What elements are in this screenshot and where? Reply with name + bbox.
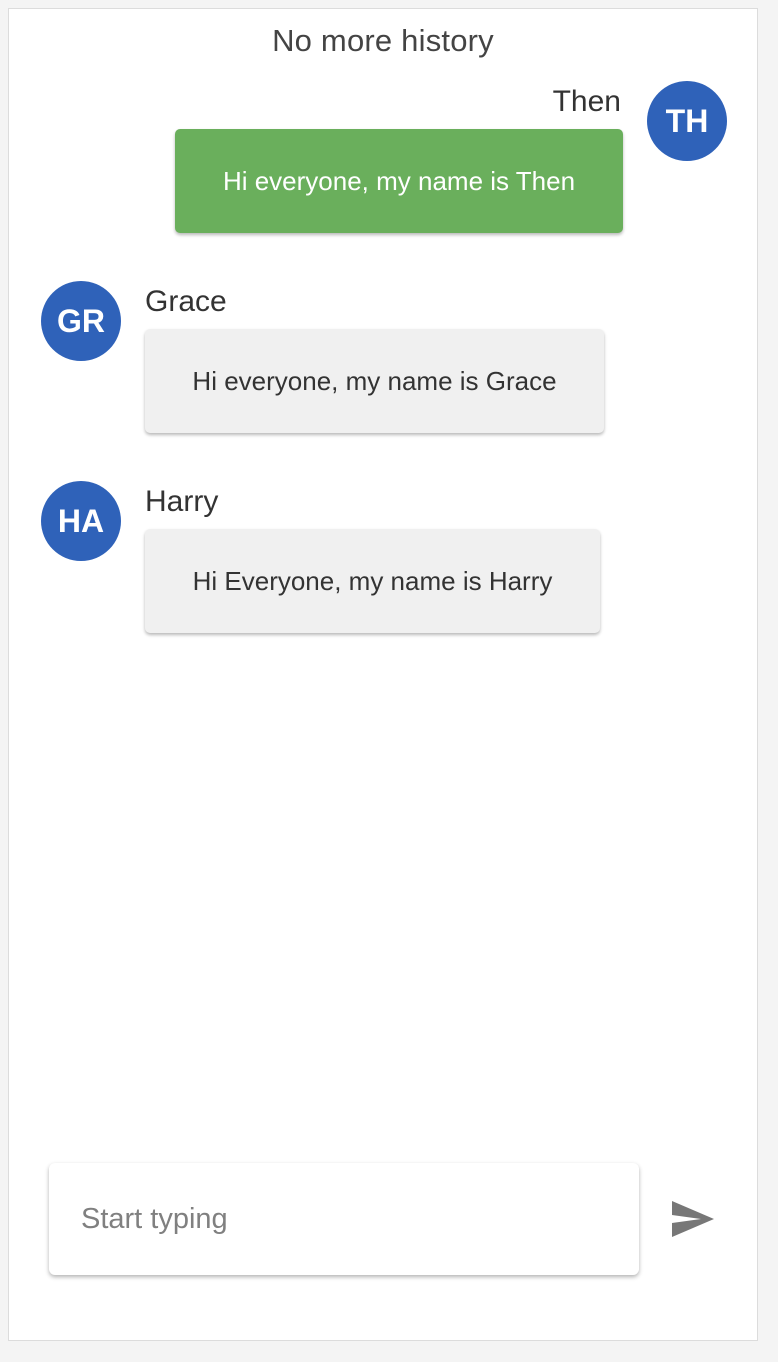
message-composer	[49, 1163, 639, 1275]
send-button[interactable]	[665, 1193, 721, 1245]
no-more-history-label: No more history	[272, 23, 494, 58]
message-bubble-then: Hi everyone, my name is Then	[175, 129, 623, 233]
sender-name-grace: Grace	[145, 285, 227, 318]
avatar-then[interactable]: TH	[647, 81, 727, 161]
send-icon	[672, 1201, 714, 1237]
chat-window: No more history Then TH Hi everyone, my …	[8, 8, 758, 1341]
sender-name-harry: Harry	[145, 485, 219, 518]
sender-name-then: Then	[552, 85, 621, 118]
message-input[interactable]	[49, 1163, 639, 1275]
message-bubble-harry: Hi Everyone, my name is Harry	[145, 529, 600, 633]
message-bubble-grace: Hi everyone, my name is Grace	[145, 329, 604, 433]
avatar-grace[interactable]: GR	[41, 281, 121, 361]
avatar-harry[interactable]: HA	[41, 481, 121, 561]
